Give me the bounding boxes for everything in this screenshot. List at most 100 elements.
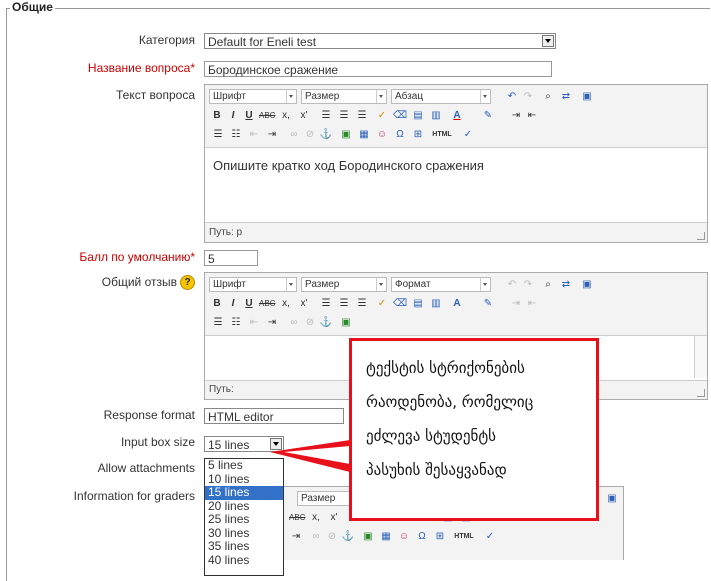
fullscreen-icon[interactable]: ▣ <box>579 277 595 292</box>
ltr-icon[interactable]: ⇥ <box>509 296 523 311</box>
strikethrough-icon[interactable]: ABC <box>259 296 275 311</box>
media-icon[interactable]: ▦ <box>357 127 371 142</box>
font-select[interactable]: Шрифт <box>209 277 297 292</box>
undo-icon[interactable]: ↶ <box>505 89 519 104</box>
bullet-list-icon[interactable]: ☰ <box>211 315 225 330</box>
bold-icon[interactable]: B <box>211 296 223 311</box>
text-color-icon[interactable]: A <box>447 296 467 311</box>
subscript-icon[interactable]: x, <box>309 510 323 525</box>
question-text-area[interactable]: Опишите кратко ход Бородинского сражения <box>205 147 707 223</box>
indent-icon[interactable]: ⇥ <box>289 529 303 544</box>
subscript-icon[interactable]: x, <box>279 108 293 123</box>
superscript-icon[interactable]: x' <box>297 108 311 123</box>
align-center-icon[interactable]: ☰ <box>337 296 351 311</box>
option-20-lines[interactable]: 20 lines <box>205 499 283 514</box>
outdent-icon[interactable]: ⇤ <box>247 315 261 330</box>
fullscreen-icon[interactable]: ▣ <box>579 89 595 104</box>
rtl-icon[interactable]: ⇤ <box>525 108 539 123</box>
option-30-lines[interactable]: 30 lines <box>205 526 283 541</box>
align-right-icon[interactable]: ☰ <box>355 108 369 123</box>
help-icon[interactable]: ? <box>180 275 195 291</box>
highlight-color-icon[interactable]: ✎ <box>477 108 499 123</box>
superscript-icon[interactable]: x' <box>297 296 311 311</box>
anchor-icon[interactable]: ⚓ <box>341 529 355 544</box>
html-source-icon[interactable]: HTML <box>453 529 475 544</box>
option-10-lines[interactable]: 10 lines <box>205 472 283 487</box>
option-40-lines[interactable]: 40 lines <box>205 553 283 568</box>
underline-icon[interactable]: U <box>243 296 255 311</box>
link-icon[interactable]: ∞ <box>287 127 301 142</box>
redo-icon[interactable]: ↷ <box>521 89 535 104</box>
input-box-size-select[interactable]: 15 lines <box>204 436 284 452</box>
unlink-icon[interactable]: ⊘ <box>325 529 339 544</box>
align-left-icon[interactable]: ☰ <box>319 296 333 311</box>
eraser-icon[interactable]: ⌫ <box>393 296 407 311</box>
highlight-color-icon[interactable]: ✎ <box>477 296 499 311</box>
size-select[interactable]: Размер <box>301 277 387 292</box>
media-icon[interactable]: ▦ <box>379 529 393 544</box>
indent-icon[interactable]: ⇥ <box>265 315 279 330</box>
option-5-lines[interactable]: 5 lines <box>205 458 283 473</box>
align-center-icon[interactable]: ☰ <box>337 108 351 123</box>
italic-icon[interactable]: I <box>227 108 239 123</box>
bold-icon[interactable]: B <box>211 108 223 123</box>
rtl-icon[interactable]: ⇤ <box>525 296 539 311</box>
numbered-list-icon[interactable]: ☷ <box>229 315 243 330</box>
text-color-icon[interactable]: A <box>447 108 467 123</box>
replace-icon[interactable]: ⇄ <box>559 89 573 104</box>
unlink-icon[interactable]: ⊘ <box>303 315 317 330</box>
chevron-down-icon[interactable] <box>542 35 554 47</box>
paste-word-icon[interactable]: ▥ <box>429 296 443 311</box>
format-select[interactable]: Формат <box>391 277 491 292</box>
clean-icon[interactable]: ✓ <box>375 108 389 123</box>
link-icon[interactable]: ∞ <box>309 529 323 544</box>
question-name-input[interactable]: Бородинское сражение <box>204 61 552 77</box>
anchor-icon[interactable]: ⚓ <box>319 127 333 142</box>
category-select[interactable]: Default for Eneli test <box>204 33 556 49</box>
align-left-icon[interactable]: ☰ <box>319 108 333 123</box>
option-15-lines[interactable]: 15 lines <box>205 485 283 500</box>
find-icon[interactable]: ⌕ <box>541 277 555 292</box>
option-35-lines[interactable]: 35 lines <box>205 539 283 554</box>
subscript-icon[interactable]: x, <box>279 296 293 311</box>
align-right-icon[interactable]: ☰ <box>355 296 369 311</box>
resize-grip-icon[interactable] <box>697 232 705 240</box>
indent-icon[interactable]: ⇥ <box>265 127 279 142</box>
special-char-icon[interactable]: Ω <box>393 127 407 142</box>
emoticon-icon[interactable]: ☺ <box>375 127 389 142</box>
resize-grip-icon[interactable] <box>697 389 705 397</box>
redo-icon[interactable]: ↷ <box>521 277 535 292</box>
spellcheck-icon[interactable]: ✓ <box>457 127 479 142</box>
replace-icon[interactable]: ⇄ <box>559 277 573 292</box>
paragraph-select[interactable]: Абзац <box>391 89 491 104</box>
fullscreen-icon[interactable]: ▣ <box>605 491 619 506</box>
numbered-list-icon[interactable]: ☷ <box>229 127 243 142</box>
paste-text-icon[interactable]: ▤ <box>411 296 425 311</box>
table-icon[interactable]: ⊞ <box>433 529 447 544</box>
unlink-icon[interactable]: ⊘ <box>303 127 317 142</box>
eraser-icon[interactable]: ⌫ <box>393 108 407 123</box>
paste-text-icon[interactable]: ▤ <box>411 108 425 123</box>
bullet-list-icon[interactable]: ☰ <box>211 127 225 142</box>
special-char-icon[interactable]: Ω <box>415 529 429 544</box>
size-select[interactable]: Размер <box>301 89 387 104</box>
anchor-icon[interactable]: ⚓ <box>319 315 333 330</box>
undo-icon[interactable]: ↶ <box>505 277 519 292</box>
underline-icon[interactable]: U <box>243 108 255 123</box>
image-icon[interactable]: ▣ <box>339 127 353 142</box>
strikethrough-icon[interactable]: ABC <box>289 510 305 525</box>
font-select[interactable]: Шрифт <box>209 89 297 104</box>
option-25-lines[interactable]: 25 lines <box>205 512 283 527</box>
image-icon[interactable]: ▣ <box>361 529 375 544</box>
ltr-icon[interactable]: ⇥ <box>509 108 523 123</box>
superscript-icon[interactable]: x' <box>327 510 341 525</box>
paste-word-icon[interactable]: ▥ <box>429 108 443 123</box>
default-mark-input[interactable]: 5 <box>204 250 258 266</box>
outdent-icon[interactable]: ⇤ <box>247 127 261 142</box>
html-source-icon[interactable]: HTML <box>431 127 453 142</box>
image-icon[interactable]: ▣ <box>339 315 353 330</box>
clean-icon[interactable]: ✓ <box>375 296 389 311</box>
response-format-select[interactable]: HTML editor <box>204 408 344 424</box>
strikethrough-icon[interactable]: ABC <box>259 108 275 123</box>
spellcheck-icon[interactable]: ✓ <box>479 529 501 544</box>
